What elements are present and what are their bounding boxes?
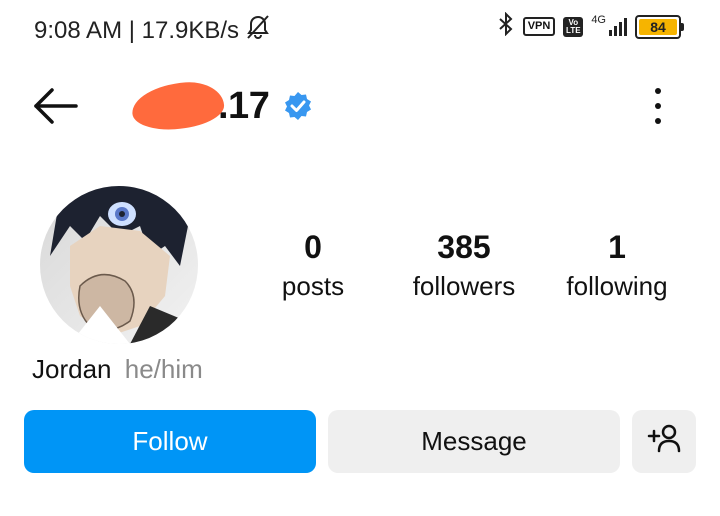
dot — [655, 118, 661, 124]
volte-bottom: LTE — [566, 25, 581, 35]
more-options-icon[interactable] — [646, 84, 670, 128]
profile-header: .17 — [0, 72, 720, 142]
avatar[interactable] — [40, 186, 198, 344]
stat-posts[interactable]: 0 posts — [268, 228, 358, 302]
stat-value: 385 — [437, 229, 491, 265]
profile-pronouns: he/him — [124, 354, 203, 384]
network-type-label: 4G — [591, 13, 606, 26]
signal-bar — [614, 25, 617, 36]
stat-label: posts — [281, 271, 345, 301]
bluetooth-icon — [497, 11, 515, 41]
stat-label: followers — [412, 271, 516, 301]
profile-screen: 9:08 AM | 17.9KB/s VPN Vo LTE 4G 84 .17 … — [0, 0, 720, 516]
battery-body: 84 — [635, 14, 681, 39]
volte-badge: Vo LTE — [563, 16, 584, 37]
stat-following[interactable]: 1 following — [554, 228, 680, 302]
redaction-mark — [130, 79, 226, 133]
battery-icon: 84 — [635, 14, 684, 39]
stat-value: 0 — [304, 229, 322, 265]
status-left: 9:08 AM | 17.9KB/s — [34, 14, 271, 47]
signal-bar — [624, 17, 627, 36]
vpn-badge: VPN — [522, 17, 556, 36]
signal-icon: 4G — [591, 14, 627, 36]
bell-muted-icon — [245, 14, 271, 47]
verified-badge-icon — [283, 91, 313, 121]
back-arrow-icon — [32, 88, 80, 130]
add-user-icon — [647, 423, 681, 460]
dot — [655, 88, 661, 94]
username-text: .17 — [218, 84, 270, 127]
follow-button[interactable]: Follow — [24, 410, 316, 473]
profile-name: Jordan — [32, 354, 112, 384]
signal-bar — [619, 21, 622, 36]
battery-tip — [681, 22, 684, 31]
profile-name-line: Jordan he/him — [32, 354, 203, 385]
message-button[interactable]: Message — [328, 410, 620, 473]
stat-followers[interactable]: 385 followers — [398, 228, 530, 302]
add-user-button[interactable] — [632, 410, 696, 473]
profile-stats: 0 posts 385 followers 1 following — [250, 228, 700, 318]
back-button[interactable] — [32, 86, 80, 126]
username: .17 — [130, 78, 313, 134]
status-time-speed: 9:08 AM | 17.9KB/s — [34, 16, 240, 44]
signal-bar — [609, 29, 612, 36]
status-right: VPN Vo LTE 4G 84 — [497, 11, 684, 41]
stat-label: following — [566, 271, 668, 301]
battery-level: 84 — [639, 18, 677, 35]
stat-value: 1 — [608, 229, 626, 265]
dot — [655, 103, 661, 109]
status-bar: 9:08 AM | 17.9KB/s VPN Vo LTE 4G 84 — [0, 0, 720, 56]
